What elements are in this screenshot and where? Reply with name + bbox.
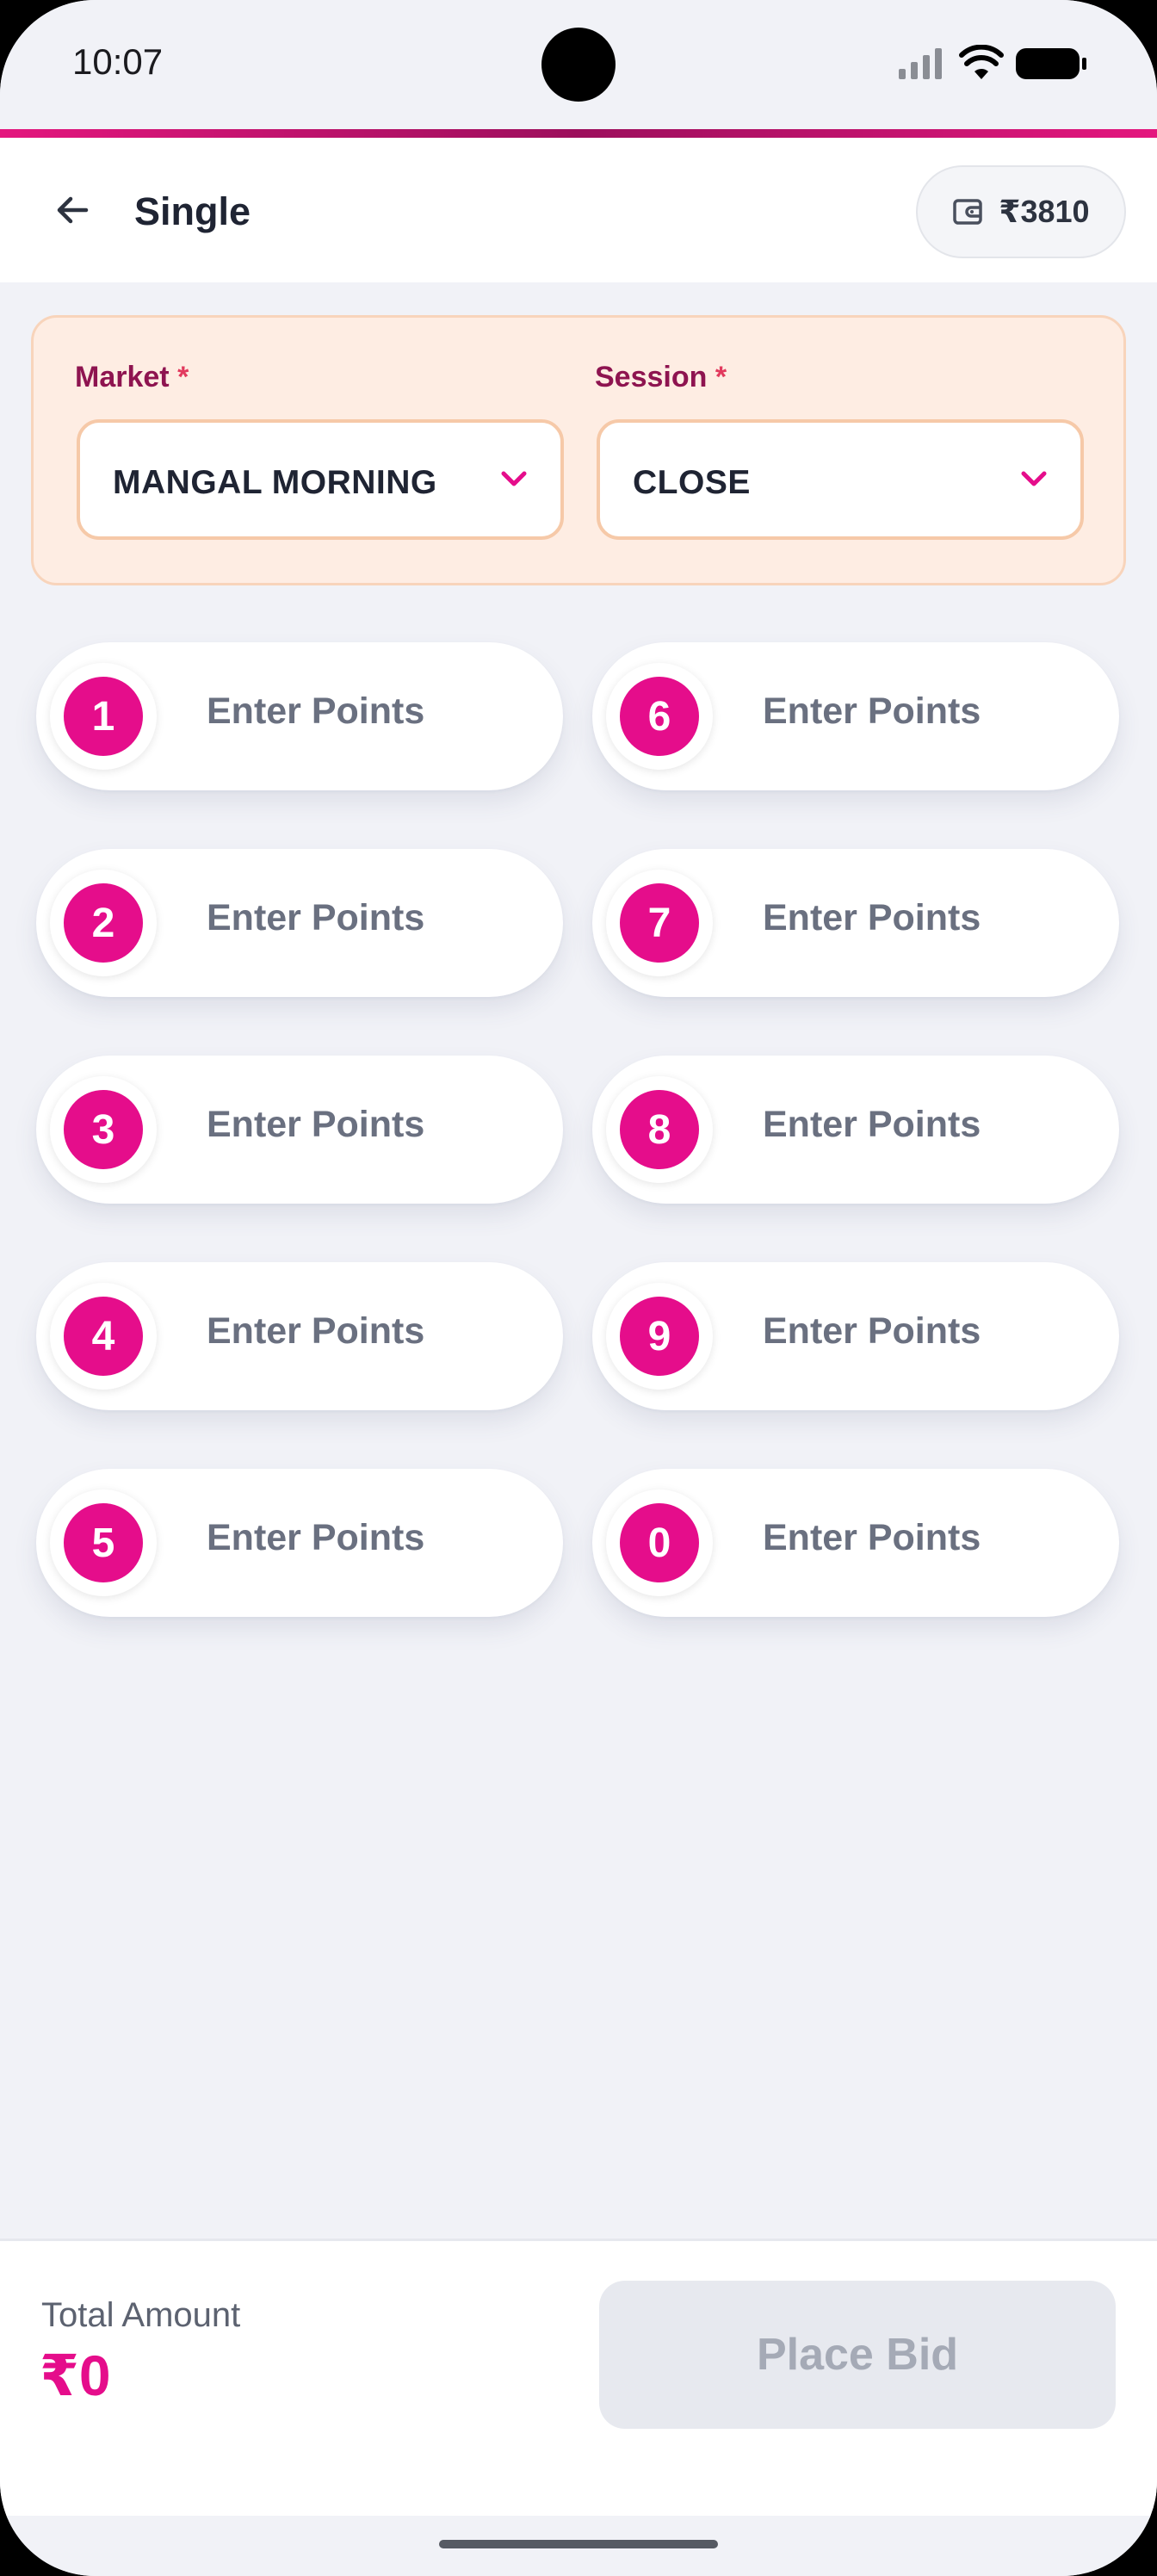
market-label-text: Market bbox=[75, 361, 170, 393]
back-button[interactable] bbox=[45, 183, 100, 238]
app-header: Single ₹3810 bbox=[0, 138, 1157, 282]
points-placeholder[interactable]: Enter Points bbox=[763, 690, 981, 733]
total-amount-label: Total Amount bbox=[41, 2296, 241, 2334]
digit-input-8[interactable]: 8 Enter Points bbox=[592, 1056, 1119, 1204]
digit-input-9[interactable]: 9 Enter Points bbox=[592, 1262, 1119, 1410]
digit-badge: 8 bbox=[620, 1090, 699, 1169]
digit-input-2[interactable]: 2 Enter Points bbox=[36, 849, 563, 997]
digit-badge: 4 bbox=[64, 1297, 143, 1376]
digit-badge: 2 bbox=[64, 883, 143, 963]
page-title: Single bbox=[134, 189, 251, 233]
required-mark: * bbox=[715, 361, 727, 393]
wallet-balance-chip[interactable]: ₹3810 bbox=[916, 165, 1126, 258]
digit-input-3[interactable]: 3 Enter Points bbox=[36, 1056, 563, 1204]
digit-badge: 9 bbox=[620, 1297, 699, 1376]
phone-screen: 10:07 Single ₹3810 Market * MANGAL MORNI… bbox=[0, 0, 1157, 2576]
digit-badge: 6 bbox=[620, 677, 699, 756]
digit-badge: 0 bbox=[620, 1503, 699, 1582]
digit-badge: 3 bbox=[64, 1090, 143, 1169]
digit-badge: 7 bbox=[620, 883, 699, 963]
wifi-icon bbox=[959, 45, 1004, 79]
battery-icon bbox=[1016, 48, 1086, 79]
home-indicator[interactable] bbox=[439, 2540, 718, 2548]
bid-summary-bar: Total Amount ₹0 Place Bid bbox=[0, 2239, 1157, 2516]
digit-input-7[interactable]: 7 Enter Points bbox=[592, 849, 1119, 997]
digit-input-0[interactable]: 0 Enter Points bbox=[592, 1469, 1119, 1617]
points-placeholder[interactable]: Enter Points bbox=[207, 1310, 424, 1353]
total-amount-value: ₹0 bbox=[40, 2344, 111, 2407]
digit-badge: 1 bbox=[64, 677, 143, 756]
back-arrow-icon bbox=[57, 196, 89, 224]
digit-badge: 5 bbox=[64, 1503, 143, 1582]
digit-input-1[interactable]: 1 Enter Points bbox=[36, 642, 563, 790]
place-bid-button[interactable]: Place Bid bbox=[599, 2281, 1116, 2429]
points-placeholder[interactable]: Enter Points bbox=[763, 897, 981, 939]
points-placeholder[interactable]: Enter Points bbox=[207, 1104, 424, 1146]
status-bar: 10:07 bbox=[0, 0, 1157, 129]
digit-input-6[interactable]: 6 Enter Points bbox=[592, 642, 1119, 790]
market-session-card: Market * MANGAL MORNING Session * CLOSE bbox=[31, 315, 1126, 585]
points-placeholder[interactable]: Enter Points bbox=[763, 1104, 981, 1146]
session-label: Session * bbox=[595, 361, 727, 394]
session-label-text: Session bbox=[595, 361, 708, 393]
status-time: 10:07 bbox=[72, 41, 164, 82]
points-placeholder[interactable]: Enter Points bbox=[763, 1517, 981, 1559]
chevron-down-icon bbox=[501, 471, 527, 486]
required-mark: * bbox=[177, 361, 189, 393]
points-placeholder[interactable]: Enter Points bbox=[763, 1310, 981, 1353]
wallet-amount: ₹3810 bbox=[999, 194, 1090, 229]
points-placeholder[interactable]: Enter Points bbox=[207, 897, 424, 939]
session-dropdown[interactable]: CLOSE bbox=[597, 419, 1084, 540]
wallet-icon bbox=[953, 199, 983, 225]
market-dropdown[interactable]: MANGAL MORNING bbox=[77, 419, 564, 540]
chevron-down-icon bbox=[1021, 471, 1047, 486]
session-value: CLOSE bbox=[633, 464, 751, 501]
signal-icon bbox=[899, 48, 942, 79]
digit-input-5[interactable]: 5 Enter Points bbox=[36, 1469, 563, 1617]
points-placeholder[interactable]: Enter Points bbox=[207, 690, 424, 733]
digit-input-4[interactable]: 4 Enter Points bbox=[36, 1262, 563, 1410]
market-value: MANGAL MORNING bbox=[113, 464, 437, 501]
accent-divider bbox=[0, 129, 1157, 138]
points-placeholder[interactable]: Enter Points bbox=[207, 1517, 424, 1559]
market-label: Market * bbox=[75, 361, 189, 394]
camera-cutout bbox=[541, 28, 616, 102]
